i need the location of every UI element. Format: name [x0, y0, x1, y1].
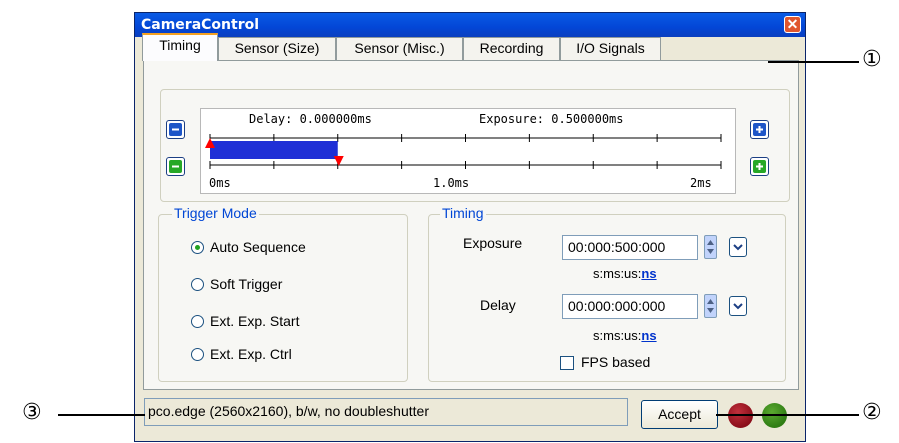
callout-2: ② [862, 400, 882, 425]
callout-line-2 [716, 414, 859, 416]
delay-units-text: s:ms:us:ns [593, 328, 657, 343]
exposure-bar [210, 141, 338, 159]
radio-label-auto-sequence: Auto Sequence [210, 239, 306, 255]
delay-unit-dropdown[interactable] [729, 296, 747, 316]
tab-sensor-misc[interactable]: Sensor (Misc.) [336, 37, 463, 60]
title-bar[interactable]: CameraControl ✕ [135, 13, 805, 37]
tab-sensor-size[interactable]: Sensor (Size) [218, 37, 336, 60]
tab-label: Timing [159, 37, 201, 53]
tab-label: Sensor (Size) [234, 40, 320, 56]
chevron-down-icon [733, 303, 743, 310]
radio-ext-exp-start[interactable] [191, 315, 204, 328]
fps-based-checkbox[interactable] [560, 356, 574, 370]
delay-spinner[interactable] [704, 294, 717, 318]
radio-label-ext-exp-start: Ext. Exp. Start [210, 313, 300, 329]
radio-auto-sequence[interactable] [191, 241, 204, 254]
camera-status-text: pco.edge (2560x2160), b/w, no doubleshut… [144, 398, 628, 426]
delay-time-input[interactable]: 00:000:000:000 [562, 294, 698, 319]
tick-label-0ms: 0ms [209, 176, 231, 190]
chevron-down-icon [733, 244, 743, 251]
delay-label: Delay [480, 297, 516, 313]
callout-1: ① [862, 47, 882, 72]
green-minus-icon [169, 160, 182, 173]
grow-button[interactable] [750, 157, 769, 176]
shrink-button[interactable] [166, 157, 185, 176]
fps-based-label: FPS based [581, 354, 651, 370]
tab-label: Recording [479, 40, 544, 56]
callout-line-3 [58, 414, 145, 416]
exposure-time-input[interactable]: 00:000:500:000 [562, 235, 698, 260]
trigger-mode-title: Trigger Mode [172, 205, 259, 221]
green-plus-icon [753, 160, 766, 173]
callout-line-1 [768, 61, 859, 63]
radio-label-ext-exp-ctrl: Ext. Exp. Ctrl [210, 346, 292, 362]
window-title: CameraControl [141, 17, 260, 33]
zoom-in-button[interactable] [750, 120, 769, 139]
timeline-canvas[interactable]: Delay: 0.000000ms Exposure: 0.500000ms 0… [200, 108, 736, 194]
spin-arrows-icon [707, 299, 714, 313]
exposure-unit-dropdown[interactable] [729, 237, 747, 257]
exposure-units-text: s:ms:us:ns [593, 266, 657, 281]
close-button[interactable]: ✕ [784, 16, 801, 33]
delay-units-prefix: s:ms:us: [593, 328, 642, 343]
spin-arrows-icon [707, 240, 714, 254]
tab-timing[interactable]: Timing [142, 33, 218, 61]
callout-3: ③ [22, 400, 42, 425]
timing-group-title: Timing [440, 205, 486, 221]
close-icon: ✕ [786, 16, 799, 32]
tab-io-signals[interactable]: I/O Signals [560, 37, 661, 60]
tab-label: Sensor (Misc.) [354, 40, 445, 56]
delay-units-ns-link[interactable]: ns [641, 328, 656, 343]
exposure-label: Exposure [463, 235, 523, 251]
radio-selected-dot [195, 245, 200, 250]
accept-button[interactable]: Accept [641, 400, 718, 429]
minus-icon [169, 123, 182, 136]
radio-ext-exp-ctrl[interactable] [191, 348, 204, 361]
exposure-spinner[interactable] [704, 235, 717, 259]
plus-icon [753, 123, 766, 136]
tick-label-2ms: 2ms [690, 176, 712, 190]
tick-label-1ms: 1.0ms [433, 176, 470, 190]
zoom-out-button[interactable] [166, 120, 185, 139]
exposure-units-prefix: s:ms:us: [593, 266, 642, 281]
radio-soft-trigger[interactable] [191, 278, 204, 291]
radio-label-soft-trigger: Soft Trigger [210, 276, 283, 292]
tab-label: I/O Signals [576, 40, 645, 56]
tab-recording[interactable]: Recording [463, 37, 560, 60]
exposure-units-ns-link[interactable]: ns [641, 266, 656, 281]
